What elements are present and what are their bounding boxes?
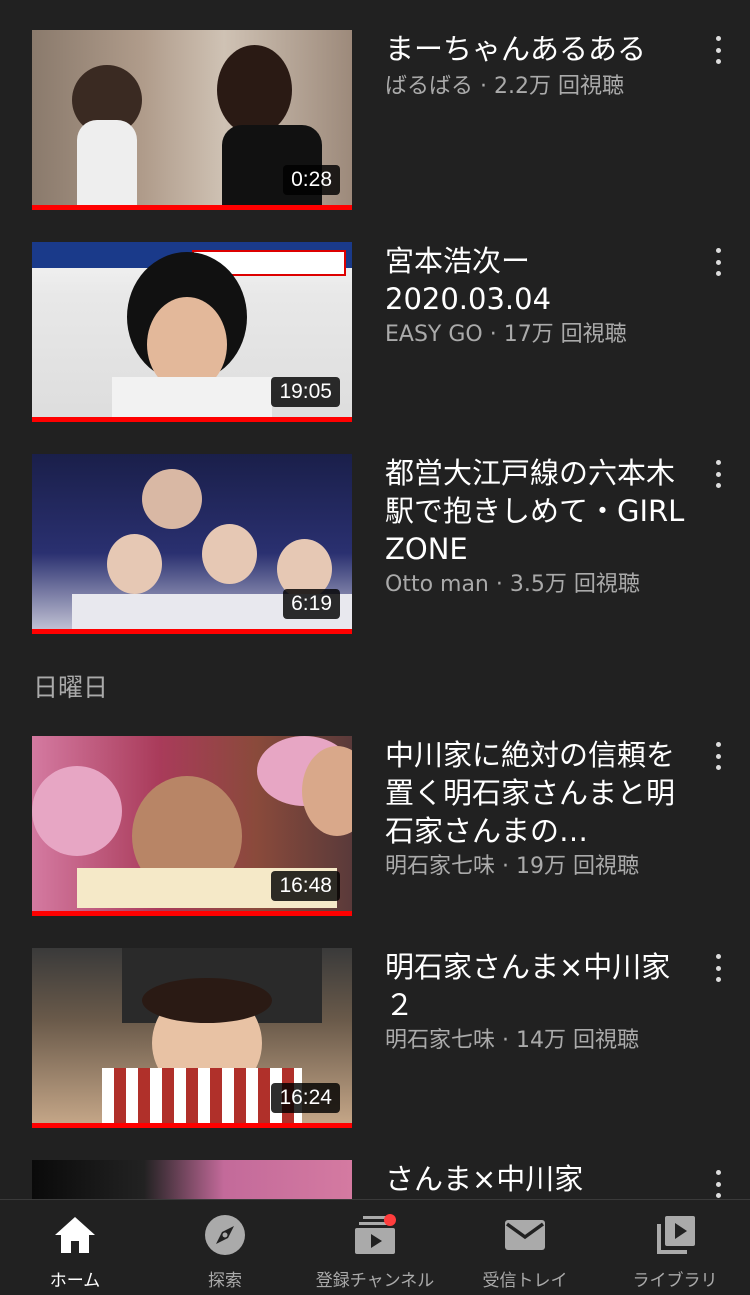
subscriptions-icon xyxy=(353,1214,397,1256)
duration-badge: 19:05 xyxy=(271,377,340,407)
video-thumbnail[interactable] xyxy=(32,1160,352,1200)
more-options-icon[interactable] xyxy=(706,454,730,494)
mail-icon xyxy=(503,1214,547,1256)
nav-label: 受信トレイ xyxy=(482,1271,568,1291)
video-thumbnail[interactable]: 6:19 xyxy=(32,454,352,634)
video-thumbnail[interactable]: 16:24 xyxy=(32,948,352,1128)
nav-label: 探索 xyxy=(208,1271,242,1291)
watched-progress xyxy=(32,1123,352,1128)
video-meta: 明石家七味 · 19万 回視聴 xyxy=(385,854,639,879)
duration-badge: 6:19 xyxy=(283,589,340,619)
video-thumbnail[interactable]: 0:28 xyxy=(32,30,352,210)
nav-label: ホーム xyxy=(49,1271,101,1291)
watched-progress xyxy=(32,205,352,210)
video-title[interactable]: 宮本浩次ー 2020.03.04 xyxy=(385,242,685,318)
nav-label: 登録チャンネル xyxy=(315,1271,435,1291)
home-icon xyxy=(53,1214,97,1256)
library-icon xyxy=(653,1214,697,1256)
compass-icon xyxy=(203,1214,247,1256)
duration-badge: 16:24 xyxy=(271,1083,340,1113)
video-meta: EASY GO · 17万 回視聴 xyxy=(385,322,627,347)
nav-inbox[interactable]: 受信トレイ xyxy=(450,1200,600,1295)
video-meta: 明石家七味 · 14万 回視聴 xyxy=(385,1028,639,1053)
video-meta: ばるばる · 2.2万 回視聴 xyxy=(385,74,624,99)
video-thumbnail[interactable]: 19:05 xyxy=(32,242,352,422)
watched-progress xyxy=(32,629,352,634)
duration-badge: 16:48 xyxy=(271,871,340,901)
video-title[interactable]: 中川家に絶対の信頼を置く明石家さんまと明石家さんまの… xyxy=(385,736,685,850)
video-title[interactable]: さんま×中川家 xyxy=(385,1160,685,1198)
video-meta: Otto man · 3.5万 回視聴 xyxy=(385,572,640,597)
section-header: 日曜日 xyxy=(33,673,109,702)
nav-explore[interactable]: 探索 xyxy=(150,1200,300,1295)
video-title[interactable]: 都営大江戸線の六本木駅で抱きしめて・GIRL ZONE xyxy=(385,454,685,568)
duration-badge: 0:28 xyxy=(283,165,340,195)
more-options-icon[interactable] xyxy=(706,1164,730,1204)
nav-home[interactable]: ホーム xyxy=(0,1200,150,1295)
nav-subscriptions[interactable]: 登録チャンネル xyxy=(300,1200,450,1295)
nav-label: ライブラリ xyxy=(632,1271,718,1291)
more-options-icon[interactable] xyxy=(706,30,730,70)
more-options-icon[interactable] xyxy=(706,948,730,988)
more-options-icon[interactable] xyxy=(706,242,730,282)
video-thumbnail[interactable]: 16:48 xyxy=(32,736,352,916)
nav-library[interactable]: ライブラリ xyxy=(600,1200,750,1295)
more-options-icon[interactable] xyxy=(706,736,730,776)
video-title[interactable]: まーちゃんあるある xyxy=(385,30,685,68)
watched-progress xyxy=(32,911,352,916)
bottom-navigation: ホーム 探索 登録チャンネル 受信トレイ ライブラリ xyxy=(0,1199,750,1295)
video-title[interactable]: 明石家さんま×中川家２ xyxy=(385,948,685,1024)
watched-progress xyxy=(32,417,352,422)
